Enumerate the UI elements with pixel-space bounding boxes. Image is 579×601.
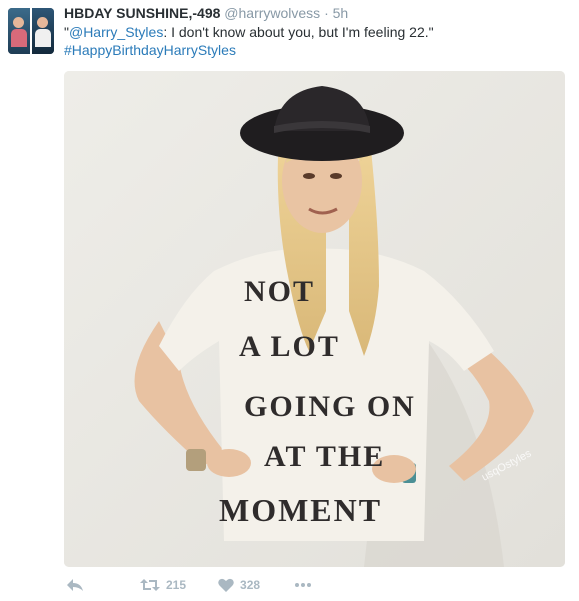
reply-button[interactable] bbox=[66, 578, 84, 592]
timestamp[interactable]: 5h bbox=[333, 5, 349, 21]
retweet-icon bbox=[140, 579, 160, 591]
avatar[interactable] bbox=[8, 8, 54, 54]
shirt-text-line-3: GOING ON bbox=[244, 390, 416, 423]
reply-icon bbox=[67, 579, 83, 591]
tweet[interactable]: HBDAY SUNSHINE,-498 @harrywolvess · 5h "… bbox=[0, 0, 579, 601]
retweet-button[interactable]: 215 bbox=[140, 578, 186, 592]
heart-icon bbox=[218, 578, 234, 592]
shirt-text-line-1: NOT bbox=[244, 275, 315, 308]
tweet-header: HBDAY SUNSHINE,-498 @harrywolvess · 5h bbox=[64, 4, 348, 22]
mention-link[interactable]: @Harry_Styles bbox=[69, 24, 163, 40]
shirt-text-line-4: AT THE bbox=[264, 440, 385, 473]
tweet-actions: 215 328 bbox=[64, 574, 312, 596]
tweet-photo[interactable]: NOT A LOT GOING ON AT THE MOMENT usqOsty… bbox=[64, 71, 565, 567]
tweet-text: "@Harry_Styles: I don't know about you, … bbox=[64, 23, 569, 59]
more-dots-icon bbox=[295, 583, 312, 587]
user-handle[interactable]: @harrywolvess bbox=[224, 5, 320, 21]
shirt-text-line-2: A LOT bbox=[239, 330, 340, 363]
like-button[interactable]: 328 bbox=[218, 578, 260, 592]
display-name[interactable]: HBDAY SUNSHINE,-498 bbox=[64, 5, 220, 21]
tweet-body: : I don't know about you, but I'm feelin… bbox=[163, 24, 434, 40]
more-button[interactable] bbox=[294, 582, 312, 588]
like-count: 328 bbox=[240, 578, 261, 592]
retweet-count: 215 bbox=[166, 578, 187, 592]
hashtag-link[interactable]: #HappyBirthdayHarryStyles bbox=[64, 42, 236, 58]
separator-dot: · bbox=[324, 5, 329, 21]
shirt-text-line-5: MOMENT bbox=[219, 492, 382, 528]
